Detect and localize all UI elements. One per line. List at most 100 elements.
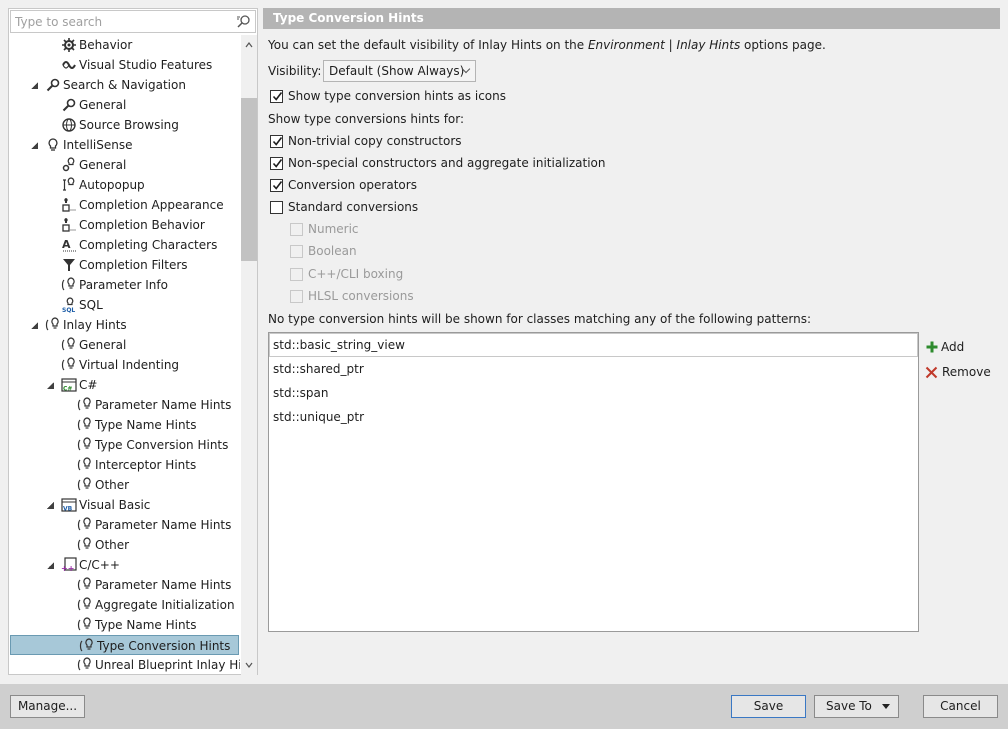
inlay-hint-icon bbox=[77, 437, 91, 451]
option-label: Standard conversions bbox=[288, 200, 419, 214]
search-input[interactable] bbox=[15, 13, 230, 30]
tree-item-label: General bbox=[79, 98, 127, 112]
scrollbar-thumb[interactable] bbox=[241, 98, 257, 261]
pattern-row[interactable]: std::shared_ptr bbox=[269, 357, 918, 381]
tree-item[interactable]: General bbox=[9, 155, 240, 175]
tree-item[interactable]: SQL SQL bbox=[9, 295, 240, 315]
tree-item[interactable]: Other bbox=[9, 535, 240, 555]
tree-item[interactable]: General bbox=[9, 335, 240, 355]
tree-item[interactable]: IntelliSense bbox=[9, 135, 240, 155]
tree-item[interactable]: Source Browsing bbox=[9, 115, 240, 135]
tree-item[interactable]: VB Visual Basic bbox=[9, 495, 240, 515]
patterns-label: No type conversion hints will be shown f… bbox=[268, 312, 812, 326]
tree-item-label: Completing Characters bbox=[79, 238, 218, 252]
tree-item[interactable]: Search & Navigation bbox=[9, 75, 240, 95]
tree-item-label: Autopopup bbox=[79, 178, 145, 192]
expanded-arrow-icon[interactable] bbox=[31, 322, 38, 329]
tree-item[interactable]: Aggregate Initialization bbox=[9, 595, 240, 615]
tree-item[interactable]: Inlay Hints bbox=[9, 315, 240, 335]
magnifier-icon bbox=[62, 98, 76, 112]
tree-item-label: Aggregate Initialization bbox=[95, 598, 235, 612]
tree-item[interactable]: Completion Behavior bbox=[9, 215, 240, 235]
pattern-row[interactable]: std::unique_ptr bbox=[269, 405, 918, 429]
tree-scrollbar[interactable] bbox=[241, 35, 257, 675]
expanded-arrow-icon[interactable] bbox=[47, 502, 54, 509]
tree-item[interactable]: Virtual Indenting bbox=[9, 355, 240, 375]
tree-item[interactable]: Parameter Name Hints bbox=[9, 515, 240, 535]
inlay-hint-icon bbox=[77, 417, 91, 431]
show-for-label: Show type conversions hints for: bbox=[268, 112, 465, 126]
intro-suffix: options page. bbox=[740, 38, 826, 52]
tree-item[interactable]: Completion Appearance bbox=[9, 195, 240, 215]
suboption-checkbox[interactable] bbox=[290, 268, 303, 281]
inlay-hint-icon bbox=[77, 537, 91, 551]
pattern-row[interactable]: std::basic_string_view bbox=[269, 333, 918, 357]
tree-item[interactable]: Other bbox=[9, 475, 240, 495]
cancel-button[interactable]: Cancel bbox=[923, 695, 998, 718]
tree-item[interactable]: Unreal Blueprint Inlay Hints bbox=[9, 655, 240, 675]
remove-label: Remove bbox=[942, 365, 991, 379]
expanded-arrow-icon[interactable] bbox=[31, 82, 38, 89]
tree-item[interactable]: ++ C/C++ bbox=[9, 555, 240, 575]
tree-item[interactable]: C# C# bbox=[9, 375, 240, 395]
tree-item[interactable]: A Completing Characters bbox=[9, 235, 240, 255]
show-as-icons-checkbox[interactable] bbox=[270, 90, 283, 103]
inlay-hint-icon bbox=[77, 477, 91, 491]
tree-item-label: Parameter Info bbox=[79, 278, 168, 292]
tree-item-label: Source Browsing bbox=[79, 118, 179, 132]
save-button[interactable]: Save bbox=[731, 695, 806, 718]
tree-item-label: Type Name Hints bbox=[95, 618, 197, 632]
tree-item[interactable]: Type Conversion Hints bbox=[10, 635, 239, 655]
filter-icon bbox=[63, 259, 75, 271]
option-checkbox[interactable] bbox=[270, 179, 283, 192]
manage-button[interactable]: Manage... bbox=[10, 695, 85, 718]
magnifier-icon bbox=[46, 78, 60, 92]
tree-item-label: IntelliSense bbox=[63, 138, 133, 152]
intro-link: Environment | Inlay Hints bbox=[587, 38, 741, 52]
pattern-row[interactable]: std::span bbox=[269, 381, 918, 405]
option-checkbox[interactable] bbox=[270, 201, 283, 214]
expanded-arrow-icon[interactable] bbox=[47, 562, 54, 569]
tree-item[interactable]: General bbox=[9, 95, 240, 115]
tree-item-label: Completion Behavior bbox=[79, 218, 205, 232]
visibility-dropdown[interactable]: Default (Show Always) bbox=[323, 60, 476, 82]
scroll-down-icon[interactable] bbox=[245, 661, 253, 669]
tree-item[interactable]: Behavior bbox=[9, 35, 240, 55]
visibility-value: Default (Show Always) bbox=[329, 64, 465, 78]
tree-item[interactable]: Autopopup bbox=[9, 175, 240, 195]
tree-item[interactable]: Parameter Name Hints bbox=[9, 395, 240, 415]
pattern-list[interactable]: std::basic_string_view std::shared_ptr std… bbox=[268, 332, 919, 632]
search-options-icon[interactable] bbox=[235, 14, 251, 30]
svg-text:A: A bbox=[62, 238, 71, 251]
tree-item[interactable]: Parameter Name Hints bbox=[9, 575, 240, 595]
lightbulb-icon bbox=[48, 138, 58, 151]
tree-item[interactable]: Parameter Info bbox=[9, 275, 240, 295]
expanded-arrow-icon[interactable] bbox=[47, 382, 54, 389]
completion-characters-icon: A bbox=[62, 238, 76, 252]
tree-item[interactable]: Visual Studio Features bbox=[9, 55, 240, 75]
tree-item[interactable]: Completion Filters bbox=[9, 255, 240, 275]
inlay-hint-icon bbox=[61, 337, 75, 351]
dialog-footer: Manage... Save Save To Cancel bbox=[0, 684, 1008, 729]
tree-item-label: C/C++ bbox=[79, 558, 120, 572]
tree-item[interactable]: Interceptor Hints bbox=[9, 455, 240, 475]
tree-item[interactable]: Type Name Hints bbox=[9, 615, 240, 635]
tree-item[interactable]: Type Conversion Hints bbox=[9, 435, 240, 455]
save-to-button[interactable]: Save To bbox=[814, 695, 899, 718]
suboption-checkbox[interactable] bbox=[290, 223, 303, 236]
svg-text:C#: C# bbox=[63, 386, 72, 393]
tree-item-label: C# bbox=[79, 378, 98, 392]
tree-item[interactable]: Type Name Hints bbox=[9, 415, 240, 435]
visual-basic-icon: VB bbox=[61, 498, 77, 513]
suboption-checkbox[interactable] bbox=[290, 245, 303, 258]
option-label: Conversion operators bbox=[288, 178, 417, 192]
tree-item-label: Behavior bbox=[79, 38, 133, 52]
option-checkbox[interactable] bbox=[270, 135, 283, 148]
suboption-checkbox[interactable] bbox=[290, 290, 303, 303]
tree-item-label: Interceptor Hints bbox=[95, 458, 197, 472]
search-box[interactable] bbox=[10, 10, 256, 33]
scroll-up-icon[interactable] bbox=[245, 41, 253, 49]
inlay-hint-icon bbox=[77, 657, 91, 671]
option-checkbox[interactable] bbox=[270, 157, 283, 170]
expanded-arrow-icon[interactable] bbox=[31, 142, 38, 149]
